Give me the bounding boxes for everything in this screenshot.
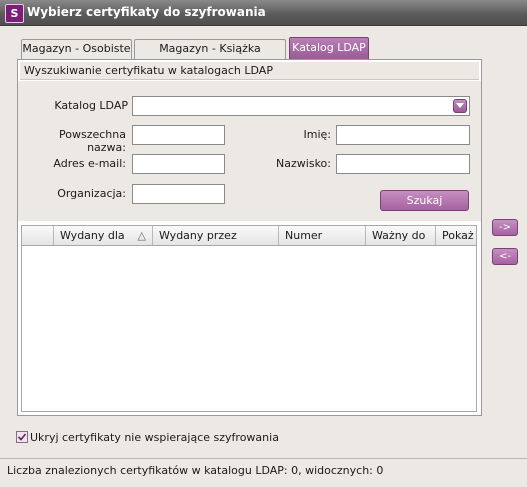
tab-address-book-store[interactable]: Magazyn - Książka adresowa <box>134 39 286 73</box>
email-label: Adres e-mail: <box>53 157 126 170</box>
first-name-field[interactable] <box>336 125 470 145</box>
search-group-title: Wyszukiwanie certyfikatu w katalogach LD… <box>20 62 479 80</box>
common-name-label: Powszechna nazwa: <box>59 128 126 154</box>
status-text: Liczba znalezionych certyfikatów w katal… <box>7 464 384 477</box>
checkmark-icon <box>17 433 27 441</box>
column-header-issued-by[interactable]: Wydany przez <box>153 226 279 245</box>
chevron-down-icon[interactable] <box>453 99 467 113</box>
app-logo-icon: S <box>5 4 24 23</box>
column-header-issued-to[interactable]: Wydany dla △ <box>54 226 153 245</box>
remove-certificate-button[interactable]: <- <box>492 248 518 265</box>
column-header-serial-number[interactable]: Numer seryjny <box>279 226 366 261</box>
add-certificate-button[interactable]: -> <box>492 219 518 236</box>
column-header-select[interactable] <box>22 226 54 245</box>
search-button[interactable]: Szukaj <box>380 190 469 211</box>
catalog-label: Katalog LDAP <box>54 99 128 112</box>
sort-ascending-icon: △ <box>137 229 146 242</box>
first-name-label: Imię: <box>303 128 332 141</box>
last-name-label: Nazwisko: <box>276 157 331 170</box>
results-table-header: Wydany dla △ Wydany przez Numer seryjny … <box>21 225 477 261</box>
results-table-body[interactable] <box>21 246 477 412</box>
hide-unsupported-checkbox[interactable] <box>16 431 28 443</box>
column-header-show[interactable]: Pokaż <box>436 226 476 245</box>
common-name-field[interactable] <box>132 125 225 145</box>
window-title: Wybierz certyfikaty do szyfrowania <box>27 5 266 19</box>
last-name-field[interactable] <box>336 154 470 174</box>
organization-label: Organizacja: <box>57 187 126 200</box>
organization-field[interactable] <box>132 184 225 204</box>
catalog-select[interactable] <box>132 96 470 116</box>
title-bar: S Wybierz certyfikaty do szyfrowania <box>0 0 527 26</box>
tab-ldap-catalog[interactable]: Katalog LDAP <box>289 37 369 59</box>
column-header-issued-to-label: Wydany dla <box>60 229 125 242</box>
hide-unsupported-label[interactable]: Ukryj certyfikaty nie wspierające szyfro… <box>30 431 279 444</box>
column-header-valid-to[interactable]: Ważny do <box>366 226 436 245</box>
tab-personal-store[interactable]: Magazyn - Osobiste <box>21 39 132 59</box>
email-field[interactable] <box>132 154 225 174</box>
